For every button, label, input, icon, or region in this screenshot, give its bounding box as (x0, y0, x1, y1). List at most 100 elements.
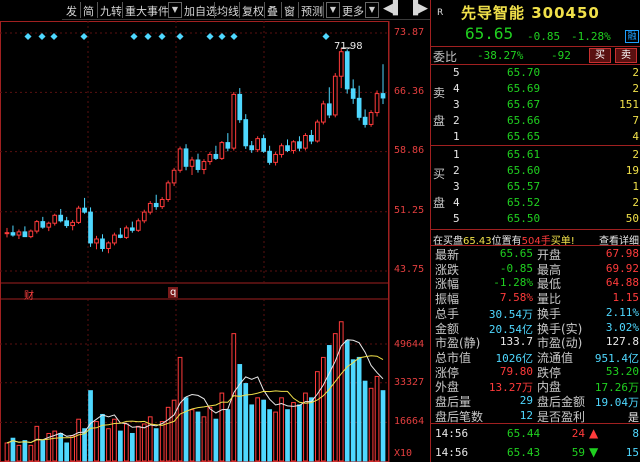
candle-body (273, 153, 278, 163)
volume-axis-tick: 16664 (394, 416, 425, 427)
toolbar-ma-button[interactable]: 均线 (217, 3, 239, 19)
quote-marker[interactable]: q (168, 287, 179, 298)
stat-value: 29 (519, 394, 533, 407)
order-level: 5 (453, 66, 460, 79)
toolbar-adjust-button[interactable]: 复权 (242, 3, 264, 19)
volume-bar (225, 409, 231, 462)
volume-axis-tick: 33327 (394, 377, 425, 388)
volume-bar (106, 428, 111, 462)
sell-order-row[interactable]: 5 65.70 2 (431, 65, 640, 81)
toolbar-separator (214, 2, 215, 18)
buy-button[interactable]: 买 (589, 48, 611, 63)
order-level: 3 (453, 98, 460, 111)
more-dropdown-icon[interactable]: ▼ (365, 2, 379, 18)
order-quantity: 2 (632, 148, 639, 161)
buy-order-row[interactable]: 5 65.50 50 (431, 211, 640, 227)
buy-order-row[interactable]: 2 65.60 19 (431, 163, 640, 179)
candle-body (189, 159, 195, 167)
chart-toolbar: 发 简 九转 重大事件 ▼ 加自选 均线 复权 叠 窗 预测 ▼ 更多 ▼ ◀▌… (0, 0, 430, 20)
candle-body (380, 93, 386, 99)
sell-button[interactable]: 卖 (615, 48, 637, 63)
sell-order-row[interactable]: 1 65.65 4 (431, 129, 640, 145)
stat-value: 65.65 (499, 247, 533, 260)
collapse-right-icon[interactable]: ▐▶ (408, 1, 428, 16)
weibi-label: 委比 (433, 50, 458, 64)
price-chart-area[interactable]: 73.87 66.36 58.86 51.25 43.75 49644 3332… (0, 21, 430, 462)
stat-value: -0.85 (499, 261, 533, 275)
order-price: 65.61 (507, 148, 541, 161)
volume-bar (129, 432, 135, 462)
toolbar-forecast-button[interactable]: 预测 (301, 3, 323, 19)
candlestick-chart[interactable] (0, 21, 430, 462)
buy-order-row[interactable]: 4 65.52 2 (431, 195, 640, 211)
volume-bar (297, 404, 302, 462)
toolbar-window-button[interactable]: 窗 (284, 3, 295, 19)
sell-order-row[interactable]: 4 65.69 2 (431, 81, 640, 97)
volume-bar (320, 356, 326, 462)
volume-bar (267, 409, 272, 462)
candle-body (147, 202, 153, 213)
order-price: 65.69 (507, 82, 541, 95)
volume-bar (183, 397, 189, 462)
candle-body (70, 221, 75, 227)
toolbar-jiuzhuan-button[interactable]: 九转 (100, 3, 122, 19)
candle-body (356, 97, 362, 118)
candle-body (201, 161, 207, 170)
forecast-dropdown-icon[interactable]: ▼ (326, 2, 340, 18)
trade-count: 15 (625, 446, 639, 459)
buy-order-row[interactable]: 1 65.61 2 (431, 147, 640, 163)
candle-body (64, 220, 70, 227)
financial-report-marker[interactable]: 财 (24, 287, 34, 302)
order-quantity: 2 (632, 66, 639, 79)
volume-bar (76, 418, 81, 462)
order-quantity: 50 (625, 212, 639, 225)
stat-value: 69.92 (605, 261, 639, 275)
volume-bar (380, 390, 386, 462)
candle-body (303, 134, 308, 149)
candle-body (291, 141, 296, 151)
toolbar-major-events-button[interactable]: 重大事件 (125, 3, 169, 19)
trade-price: 65.44 (507, 427, 541, 440)
candle-body (315, 121, 320, 142)
candle-body (112, 234, 117, 244)
price-change-pct: -1.28% (571, 30, 611, 43)
order-level: 1 (453, 148, 460, 161)
stat-row: 涨停 79.80 跌停 53.20 (431, 364, 640, 380)
volume-bar (189, 409, 195, 462)
volume-axis-unit: X10 (394, 448, 413, 459)
pin-left-icon[interactable]: ◀▌ (383, 1, 403, 16)
order-price: 65.66 (507, 114, 541, 127)
toolbar-fa-button[interactable]: 发 (66, 3, 77, 19)
toolbar-more-button[interactable]: 更多 (342, 3, 364, 19)
volume-bar (165, 406, 171, 462)
major-events-dropdown-icon[interactable]: ▼ (168, 2, 182, 18)
candle-body (40, 221, 46, 228)
sell-order-row[interactable]: 2 65.66 7 (431, 113, 640, 129)
volume-bar (112, 418, 117, 462)
candle-body (285, 145, 290, 151)
stat-row: 金额 20.54亿 换手(实) 3.02% (431, 320, 640, 336)
volume-bar (356, 356, 362, 462)
candle-body (165, 182, 171, 200)
candle-body (183, 148, 189, 167)
event-marker-icon (158, 32, 166, 41)
volume-bar (22, 440, 28, 462)
stat-value: 133.7 (499, 335, 533, 349)
arrow-down-icon: ▼ (589, 445, 599, 459)
price-axis-tick: 66.36 (394, 86, 425, 97)
order-price: 65.65 (507, 130, 541, 143)
volume-bar (350, 359, 356, 462)
toolbar-add-watchlist-button[interactable]: 加自选 (184, 3, 217, 19)
volume-bar (261, 399, 266, 462)
buy-order-row[interactable]: 3 65.57 1 (431, 179, 640, 195)
stat-row: 涨跌 -0.85 最高 69.92 (431, 261, 640, 277)
sell-order-row[interactable]: 3 65.67 151 (431, 97, 640, 113)
stat-value: 79.80 (499, 364, 533, 378)
order-level: 3 (453, 180, 460, 193)
toolbar-jian-button[interactable]: 简 (83, 3, 94, 19)
price-change: -0.85 (527, 30, 561, 43)
order-level: 4 (453, 196, 460, 209)
order-price: 65.67 (507, 98, 541, 111)
stat-row: 外盘 13.27万 内盘 17.26万 (431, 378, 640, 394)
toolbar-overlay-button[interactable]: 叠 (267, 3, 278, 19)
